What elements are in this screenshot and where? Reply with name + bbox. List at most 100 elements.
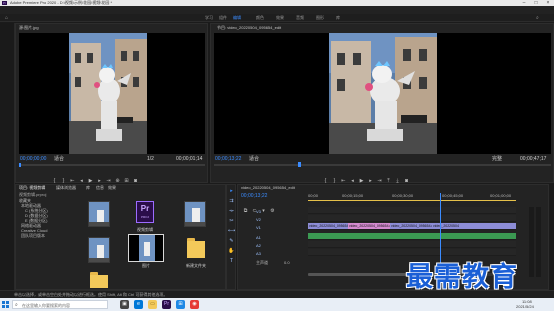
video-clip[interactable]: video_20220504_095654.mp4 [V] bbox=[308, 223, 348, 229]
source-monitor: 源:图片.jpg 00;00;00;00 适合 1/2 00;00;01;14 … bbox=[15, 23, 208, 184]
track-a1[interactable] bbox=[308, 233, 516, 240]
program-duration: 00;00;47;17 bbox=[520, 156, 547, 162]
timeline-toolbar: ⧉ ⊂ ▾ ⚙ bbox=[241, 199, 301, 214]
snap-icon[interactable]: ⧉ bbox=[241, 208, 250, 214]
media-thumb[interactable] bbox=[184, 201, 206, 227]
workspace-effects[interactable]: 效果 bbox=[276, 15, 284, 21]
video-clip[interactable]: video_20220504_095654.mp4 [V] bbox=[348, 223, 390, 229]
track-select-tool-icon[interactable]: ⇉ bbox=[228, 198, 235, 205]
program-scrubber[interactable] bbox=[214, 162, 551, 167]
track-label-a3[interactable]: A3 bbox=[256, 251, 261, 256]
media-thumb-label: 图片 bbox=[142, 263, 150, 268]
razor-tool-icon[interactable]: ✂ bbox=[228, 218, 235, 225]
taskbar-search-box[interactable]: 在这里输入你要搜索的内容 ⌕ bbox=[12, 300, 108, 309]
workspace-audio[interactable]: 音频 bbox=[296, 15, 304, 21]
folder-icon[interactable] bbox=[187, 238, 205, 258]
program-monitor-tab[interactable]: 节目: video_20220504_095654_edit bbox=[217, 25, 281, 31]
windows-start-icon[interactable] bbox=[2, 301, 9, 308]
source-playhead[interactable] bbox=[19, 163, 21, 167]
time-ruler[interactable]: 00;00 00;00;15;00 00;00;30;00 00;00;45;0… bbox=[308, 193, 516, 201]
program-fit-select[interactable]: 适合 bbox=[249, 156, 259, 162]
master-volume-value[interactable]: 0.0 bbox=[284, 260, 290, 265]
home-icon[interactable]: ⌂ bbox=[5, 15, 8, 21]
workspace-bar: ⌂ 学习 组件 编辑 颜色 效果 音频 图形 库 ⌕ bbox=[0, 14, 554, 22]
tracks-area[interactable]: video_20220504_095654.mp4 [V] video_2022… bbox=[308, 193, 516, 267]
folder-icon[interactable] bbox=[90, 272, 108, 288]
timeline-playhead[interactable] bbox=[440, 193, 441, 267]
ruler-label: 00;00;30;00 bbox=[392, 193, 414, 198]
tools-panel: ▸ ⇉ ⟛ ✂ ⟷ ✎ ✋ T bbox=[226, 184, 236, 290]
workspace-editing[interactable]: 编辑 bbox=[233, 15, 241, 21]
source-monitor-tab[interactable]: 源:图片.jpg bbox=[19, 25, 39, 31]
search-icon[interactable]: ⌕ bbox=[536, 15, 539, 21]
track-v1[interactable]: video_20220504_095654.mp4 [V] video_2022… bbox=[308, 223, 516, 230]
type-tool-icon[interactable]: T bbox=[228, 258, 235, 265]
track-label-v3[interactable]: V3 bbox=[256, 209, 261, 214]
source-image bbox=[69, 33, 147, 154]
track-label-a2[interactable]: A2 bbox=[256, 243, 261, 248]
pen-tool-icon[interactable]: ✎ bbox=[228, 238, 235, 245]
track-a2[interactable] bbox=[308, 241, 516, 248]
timeline-tab[interactable]: video_20220504_095654_edit bbox=[241, 185, 295, 191]
workspace-assembly[interactable]: 组件 bbox=[219, 15, 227, 21]
taskbar: 在这里输入你要搜索的内容 ⌕ ▣ e ▭ Pr ⊞ ◉ 11:08 2021/5… bbox=[0, 298, 554, 311]
tree-item[interactable]: 团队项目版本 bbox=[19, 233, 83, 238]
premiere-logo-icon: Pr bbox=[2, 1, 7, 5]
project-panel: 项目: 视频剪辑 媒体浏览器 库 信息 效果 视频剪辑.prproj 收藏夹 本… bbox=[15, 184, 226, 290]
task-view-icon[interactable]: ▣ bbox=[120, 300, 129, 309]
edge-browser-icon[interactable]: e bbox=[134, 300, 143, 309]
effects-tab[interactable]: 效果 bbox=[108, 185, 116, 191]
audio-meter-right bbox=[536, 207, 541, 277]
source-scrubber[interactable] bbox=[19, 163, 205, 167]
side-panel-strip bbox=[0, 23, 15, 290]
ruler-label: 00;00;45;00 bbox=[442, 193, 464, 198]
media-browser-tab[interactable]: 媒体浏览器 bbox=[56, 185, 76, 191]
selection-tool-icon[interactable]: ▸ bbox=[228, 188, 235, 195]
track-label-v2[interactable]: V2 bbox=[256, 217, 261, 222]
track-v3[interactable] bbox=[308, 207, 516, 214]
track-headers: V3 V2 V1 A1 A2 A3 主声道 0.0 bbox=[256, 207, 306, 267]
program-playhead[interactable] bbox=[298, 162, 301, 167]
search-icon: ⌕ bbox=[15, 302, 18, 308]
track-a3[interactable] bbox=[308, 249, 516, 256]
track-label-a1[interactable]: A1 bbox=[256, 235, 261, 240]
slip-tool-icon[interactable]: ⟷ bbox=[228, 228, 235, 235]
audio-clip[interactable] bbox=[308, 233, 516, 239]
source-fit-select[interactable]: 适合 bbox=[54, 156, 64, 162]
ruler-label: 00;00 bbox=[308, 193, 319, 198]
source-timecode[interactable]: 00;00;00;00 bbox=[20, 156, 46, 162]
program-transport-controls: {} ⇤ ◂ ▶ ▸ ⇥ ⤒ ⤓ ◙ bbox=[321, 169, 471, 184]
workspace-libraries[interactable]: 库 bbox=[336, 15, 340, 21]
work-area-bar[interactable] bbox=[308, 200, 516, 201]
program-quality-select[interactable]: 完整 bbox=[492, 156, 502, 162]
info-tab[interactable]: 信息 bbox=[96, 185, 104, 191]
media-thumb-label: 新建文件夹 bbox=[186, 263, 206, 268]
source-canvas bbox=[19, 33, 205, 154]
file-explorer-icon[interactable]: ▭ bbox=[148, 300, 157, 309]
track-label-v1[interactable]: V1 bbox=[256, 225, 261, 230]
menu-bar: 文件(F) 编辑(E) 剪辑(C) 序列(S) 标记(M) 图形(G) 视图(V… bbox=[0, 6, 554, 20]
program-timecode[interactable]: 00;00;13;22 bbox=[215, 156, 241, 162]
track-v2[interactable] bbox=[308, 215, 516, 222]
media-thumb[interactable] bbox=[88, 237, 110, 263]
clock-date[interactable]: 2021/5/24 bbox=[516, 304, 534, 309]
workspace-learning[interactable]: 学习 bbox=[205, 15, 213, 21]
project-tab[interactable]: 项目: 视频剪辑 bbox=[19, 185, 45, 191]
hand-tool-icon[interactable]: ✋ bbox=[228, 248, 235, 255]
ripple-edit-tool-icon[interactable]: ⟛ bbox=[228, 208, 235, 215]
media-thumb-selected[interactable] bbox=[128, 234, 164, 262]
workspace-graphics[interactable]: 图形 bbox=[316, 15, 324, 21]
app-icon[interactable]: ◉ bbox=[190, 300, 199, 309]
video-clip[interactable]: video_20220504 bbox=[432, 223, 516, 229]
premiere-taskbar-icon[interactable]: Pr bbox=[162, 300, 171, 309]
store-icon[interactable]: ⊞ bbox=[176, 300, 185, 309]
source-scale-select[interactable]: 1/2 bbox=[147, 156, 154, 162]
ruler-label: 00;00;15;00 bbox=[342, 193, 364, 198]
program-image bbox=[329, 33, 437, 154]
workspace-color[interactable]: 颜色 bbox=[256, 15, 264, 21]
program-monitor: 节目: video_20220504_095654_edit 00;00;13;… bbox=[210, 23, 554, 184]
video-clip[interactable]: video_20220504_095654.mp4 [V] bbox=[390, 223, 432, 229]
premiere-project-icon[interactable]: Pr PROJ bbox=[136, 201, 154, 223]
media-thumb[interactable] bbox=[88, 201, 110, 227]
libraries-tab[interactable]: 库 bbox=[86, 185, 90, 191]
